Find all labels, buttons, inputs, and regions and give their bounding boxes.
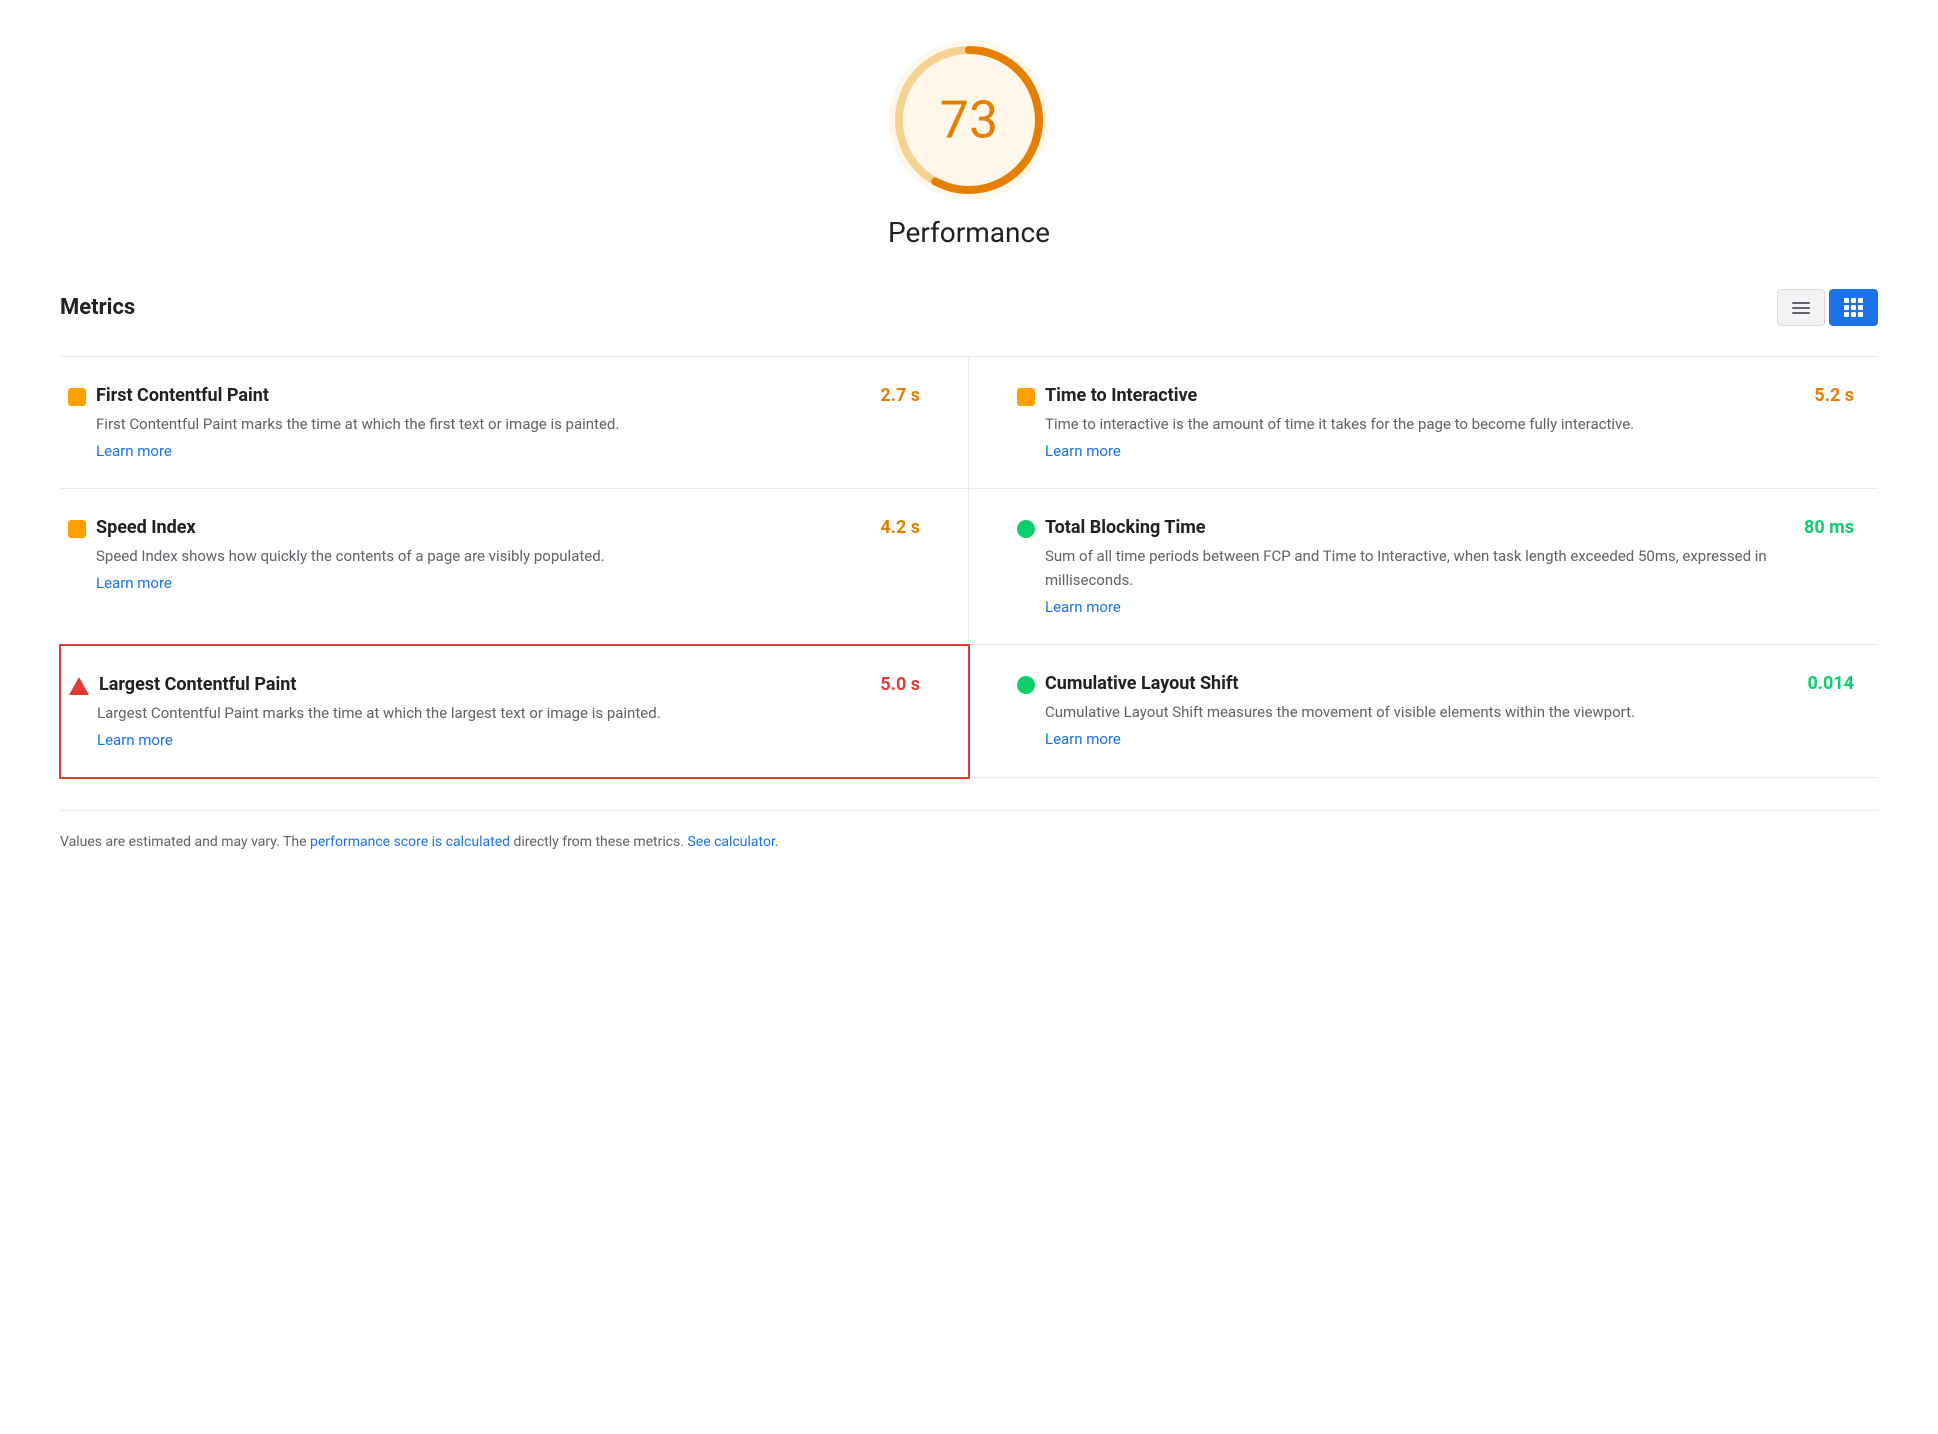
tti-learn-more-link[interactable]: Learn more xyxy=(1045,442,1854,460)
score-section: 73 Performance xyxy=(60,40,1878,249)
metric-cell-cls: Cumulative Layout Shift 0.014 Cumulative… xyxy=(969,645,1878,778)
si-name: Speed Index xyxy=(96,517,196,538)
fcp-icon xyxy=(68,388,86,406)
cls-learn-more-link[interactable]: Learn more xyxy=(1045,730,1854,748)
tbt-description: Sum of all time periods between FCP and … xyxy=(1045,544,1854,592)
cls-header-row: Cumulative Layout Shift 0.014 xyxy=(1017,673,1854,694)
performance-score-link[interactable]: performance score is calculated xyxy=(310,834,510,850)
performance-label: Performance xyxy=(888,216,1050,249)
metrics-header: Metrics xyxy=(60,289,1878,336)
tbt-header-row: Total Blocking Time 80 ms xyxy=(1017,517,1854,538)
si-icon xyxy=(68,520,86,538)
fcp-learn-more-link[interactable]: Learn more xyxy=(96,442,920,460)
tti-icon xyxy=(1017,388,1035,406)
lcp-value: 5.0 s xyxy=(880,674,920,695)
lcp-name: Largest Contentful Paint xyxy=(99,674,296,695)
tti-name-icon: Time to Interactive xyxy=(1017,385,1197,406)
tti-header-row: Time to Interactive 5.2 s xyxy=(1017,385,1854,406)
fcp-name-icon: First Contentful Paint xyxy=(68,385,269,406)
tti-name: Time to Interactive xyxy=(1045,385,1197,406)
si-header-row: Speed Index 4.2 s xyxy=(68,517,920,538)
list-view-toggle[interactable] xyxy=(1777,289,1825,326)
tbt-learn-more-link[interactable]: Learn more xyxy=(1045,598,1854,616)
tbt-value: 80 ms xyxy=(1804,517,1854,538)
si-description: Speed Index shows how quickly the conten… xyxy=(96,544,920,568)
grid-icon xyxy=(1844,298,1863,317)
footer-note: Values are estimated and may vary. The p… xyxy=(60,810,1878,853)
view-toggle xyxy=(1777,289,1878,326)
grid-view-toggle[interactable] xyxy=(1829,289,1878,326)
lcp-header-row: Largest Contentful Paint 5.0 s xyxy=(69,674,920,695)
fcp-description: First Contentful Paint marks the time at… xyxy=(96,412,920,436)
cls-name-icon: Cumulative Layout Shift xyxy=(1017,673,1238,694)
cls-description: Cumulative Layout Shift measures the mov… xyxy=(1045,700,1854,724)
tbt-icon xyxy=(1017,520,1035,538)
score-value: 73 xyxy=(940,90,998,151)
metric-cell-lcp: Largest Contentful Paint 5.0 s Largest C… xyxy=(59,644,970,779)
footer-text-middle: directly from these metrics. xyxy=(510,834,687,850)
metrics-grid: First Contentful Paint 2.7 s First Conte… xyxy=(60,356,1878,778)
metric-cell-tti: Time to Interactive 5.2 s Time to intera… xyxy=(969,357,1878,489)
cls-icon xyxy=(1017,676,1035,694)
tbt-name: Total Blocking Time xyxy=(1045,517,1206,538)
lcp-name-icon: Largest Contentful Paint xyxy=(69,674,296,695)
lcp-icon xyxy=(69,677,89,695)
tbt-name-icon: Total Blocking Time xyxy=(1017,517,1206,538)
metric-cell-tbt: Total Blocking Time 80 ms Sum of all tim… xyxy=(969,489,1878,645)
fcp-value: 2.7 s xyxy=(880,385,920,406)
si-learn-more-link[interactable]: Learn more xyxy=(96,574,920,592)
metrics-title: Metrics xyxy=(60,295,135,320)
cls-name: Cumulative Layout Shift xyxy=(1045,673,1238,694)
score-circle: 73 xyxy=(889,40,1049,200)
lcp-learn-more-link[interactable]: Learn more xyxy=(97,731,920,749)
see-calculator-link[interactable]: See calculator. xyxy=(687,834,778,850)
metric-cell-si: Speed Index 4.2 s Speed Index shows how … xyxy=(60,489,969,645)
fcp-header-row: First Contentful Paint 2.7 s xyxy=(68,385,920,406)
metric-cell-fcp: First Contentful Paint 2.7 s First Conte… xyxy=(60,357,969,489)
fcp-name: First Contentful Paint xyxy=(96,385,269,406)
tti-description: Time to interactive is the amount of tim… xyxy=(1045,412,1854,436)
list-icon xyxy=(1792,302,1810,314)
lcp-description: Largest Contentful Paint marks the time … xyxy=(97,701,920,725)
footer-text-before: Values are estimated and may vary. The xyxy=(60,834,310,850)
si-name-icon: Speed Index xyxy=(68,517,196,538)
tti-value: 5.2 s xyxy=(1814,385,1854,406)
cls-value: 0.014 xyxy=(1807,673,1854,694)
si-value: 4.2 s xyxy=(880,517,920,538)
